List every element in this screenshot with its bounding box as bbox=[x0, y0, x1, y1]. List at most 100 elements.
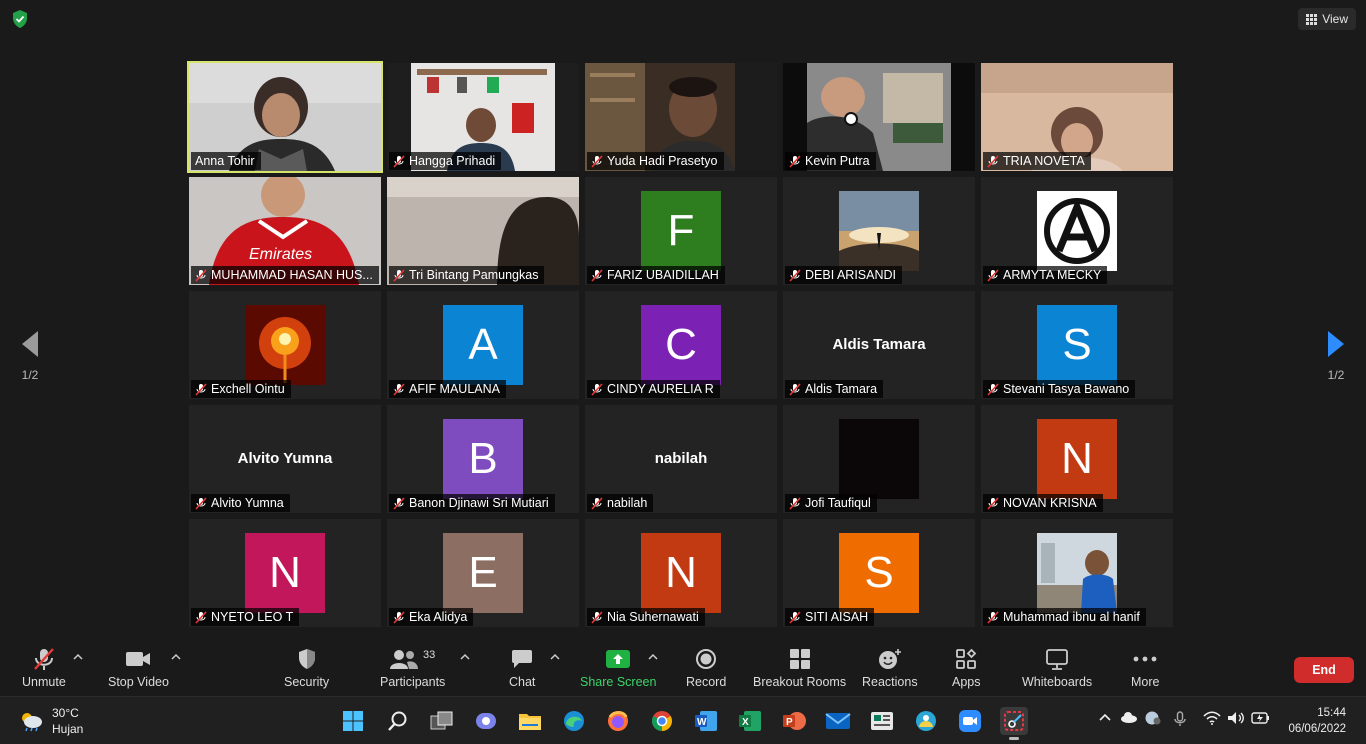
apps-button[interactable]: Apps bbox=[952, 647, 981, 689]
chat-button[interactable]: Chat bbox=[509, 647, 535, 689]
firefox-icon[interactable] bbox=[604, 707, 632, 735]
record-button[interactable]: Record bbox=[686, 647, 726, 689]
chevron-up-icon[interactable] bbox=[171, 653, 181, 661]
snipping-tool-icon[interactable] bbox=[1000, 707, 1028, 740]
more-button[interactable]: More bbox=[1131, 647, 1159, 689]
participant-display-name: nabilah bbox=[654, 450, 708, 467]
teams-chat-icon[interactable] bbox=[472, 707, 500, 735]
encryption-shield-icon[interactable] bbox=[10, 9, 30, 29]
participant-tile[interactable]: S SITI AISAH bbox=[783, 519, 975, 627]
end-meeting-button[interactable]: End bbox=[1294, 657, 1354, 683]
participant-tile[interactable]: Tri Bintang Pamungkas bbox=[387, 177, 579, 285]
participants-button[interactable]: 33 Participants bbox=[380, 647, 445, 689]
participant-tile[interactable]: ARMYTA MECKY bbox=[981, 177, 1173, 285]
participant-tile[interactable]: C CINDY AURELIA R bbox=[585, 291, 777, 399]
whiteboards-button[interactable]: Whiteboards bbox=[1022, 647, 1092, 689]
participant-name: FARIZ UBAIDILLAH bbox=[607, 268, 719, 282]
chevron-up-icon[interactable] bbox=[73, 653, 83, 661]
breakout-rooms-button[interactable]: Breakout Rooms bbox=[753, 647, 846, 689]
weather-widget[interactable]: 30°C Hujan bbox=[18, 705, 83, 737]
participant-tile[interactable]: nabilah nabilah bbox=[585, 405, 777, 513]
chrome-icon[interactable] bbox=[648, 707, 676, 735]
participant-tile[interactable]: Anna Tohir bbox=[187, 61, 383, 173]
search-icon[interactable] bbox=[384, 707, 412, 735]
participant-tile[interactable]: Jofi Taufiqul bbox=[783, 405, 975, 513]
participant-tile[interactable]: S Stevani Tasya Bawano bbox=[981, 291, 1173, 399]
zoom-icon[interactable] bbox=[956, 707, 984, 735]
svg-text:P: P bbox=[786, 717, 793, 728]
chevron-up-icon[interactable] bbox=[648, 653, 658, 661]
active-indicator bbox=[1009, 737, 1019, 740]
muted-mic-icon bbox=[789, 610, 801, 624]
battery-charging-icon[interactable] bbox=[1251, 711, 1271, 725]
participant-tile[interactable]: N NOVAN KRISNA bbox=[981, 405, 1173, 513]
participant-display-name: Alvito Yumna bbox=[237, 450, 333, 467]
onedrive-cloud-icon[interactable] bbox=[1120, 711, 1138, 723]
participant-tile[interactable]: Muhammad ibnu al hanif bbox=[981, 519, 1173, 627]
participant-tile[interactable]: N Nia Suhernawati bbox=[585, 519, 777, 627]
next-page-button[interactable]: 1/2 bbox=[1316, 330, 1356, 382]
participant-name-label: Exchell Ointu bbox=[191, 380, 291, 398]
volume-icon[interactable] bbox=[1227, 711, 1245, 725]
participant-name-label: FARIZ UBAIDILLAH bbox=[587, 266, 725, 284]
muted-mic-icon bbox=[195, 496, 207, 510]
chevron-up-icon[interactable] bbox=[550, 653, 560, 661]
participant-name: MUHAMMAD HASAN HUS... bbox=[211, 268, 373, 282]
muted-mic-icon bbox=[591, 268, 603, 282]
muted-mic-icon bbox=[591, 382, 603, 396]
mail-icon[interactable] bbox=[824, 707, 852, 735]
participant-tile[interactable]: Exchell Ointu bbox=[189, 291, 381, 399]
muted-mic-icon bbox=[987, 382, 999, 396]
security-label: Security bbox=[284, 675, 330, 689]
chevron-up-icon[interactable] bbox=[1098, 711, 1112, 723]
reactions-button[interactable]: Reactions bbox=[862, 647, 918, 689]
unmute-button[interactable]: Unmute bbox=[22, 647, 66, 689]
microphone-icon[interactable] bbox=[1174, 711, 1186, 727]
participant-name: Anna Tohir bbox=[195, 154, 255, 168]
start-icon[interactable] bbox=[339, 707, 367, 735]
task-view-icon[interactable] bbox=[428, 707, 456, 735]
muted-mic-icon bbox=[393, 382, 405, 396]
muted-mic-icon bbox=[393, 496, 405, 510]
security-button[interactable]: Security bbox=[284, 647, 329, 689]
participant-tile[interactable]: Kevin Putra bbox=[783, 63, 975, 171]
excel-icon[interactable]: X bbox=[736, 707, 764, 735]
participant-name-label: Yuda Hadi Prasetyo bbox=[587, 152, 724, 170]
more-label: More bbox=[1131, 675, 1160, 689]
edge-icon[interactable] bbox=[560, 707, 588, 735]
participant-tile[interactable]: Alvito Yumna Alvito Yumna bbox=[189, 405, 381, 513]
svg-text:W: W bbox=[697, 717, 707, 728]
participant-tile[interactable]: TRIA NOVETA bbox=[981, 63, 1173, 171]
view-button[interactable]: View bbox=[1298, 8, 1356, 30]
participant-name-label: Alvito Yumna bbox=[191, 494, 290, 512]
participant-name-label: Nia Suhernawati bbox=[587, 608, 705, 626]
file-explorer-icon[interactable] bbox=[516, 707, 544, 735]
wifi-icon[interactable] bbox=[1203, 711, 1221, 725]
powerpoint-icon[interactable]: P bbox=[780, 707, 808, 735]
participant-tile[interactable]: Yuda Hadi Prasetyo bbox=[585, 63, 777, 171]
participant-tile[interactable]: A AFIF MAULANA bbox=[387, 291, 579, 399]
previous-page-button[interactable]: 1/2 bbox=[10, 330, 50, 382]
avatar: B bbox=[443, 419, 523, 499]
participant-tile[interactable]: N NYETO LEO T bbox=[189, 519, 381, 627]
profile-picture bbox=[245, 305, 325, 385]
participant-tile[interactable]: B Banon Djinawi Sri Mutiari bbox=[387, 405, 579, 513]
participant-name-label: NYETO LEO T bbox=[191, 608, 300, 626]
network-status-icon[interactable] bbox=[1144, 711, 1162, 725]
chat-label: Chat bbox=[509, 675, 536, 689]
weather-app-icon[interactable] bbox=[912, 707, 940, 735]
stop-video-button[interactable]: Stop Video bbox=[108, 647, 169, 689]
participant-tile[interactable]: Aldis Tamara Aldis Tamara bbox=[783, 291, 975, 399]
participant-name-label: DEBI ARISANDI bbox=[785, 266, 902, 284]
participant-tile[interactable]: Emirates MUHAMMAD HASAN HUS... bbox=[189, 177, 381, 285]
word-icon[interactable]: W bbox=[692, 707, 720, 735]
participant-tile[interactable]: F FARIZ UBAIDILLAH bbox=[585, 177, 777, 285]
participant-name: Aldis Tamara bbox=[805, 382, 878, 396]
participant-tile[interactable]: Hangga Prihadi bbox=[387, 63, 579, 171]
news-icon[interactable] bbox=[868, 707, 896, 735]
participant-tile[interactable]: E Eka Alidya bbox=[387, 519, 579, 627]
chevron-up-icon[interactable] bbox=[460, 653, 470, 661]
share-screen-button[interactable]: Share Screen bbox=[580, 647, 656, 689]
participant-tile[interactable]: DEBI ARISANDI bbox=[783, 177, 975, 285]
system-clock[interactable]: 15:44 06/06/2022 bbox=[1288, 705, 1346, 737]
